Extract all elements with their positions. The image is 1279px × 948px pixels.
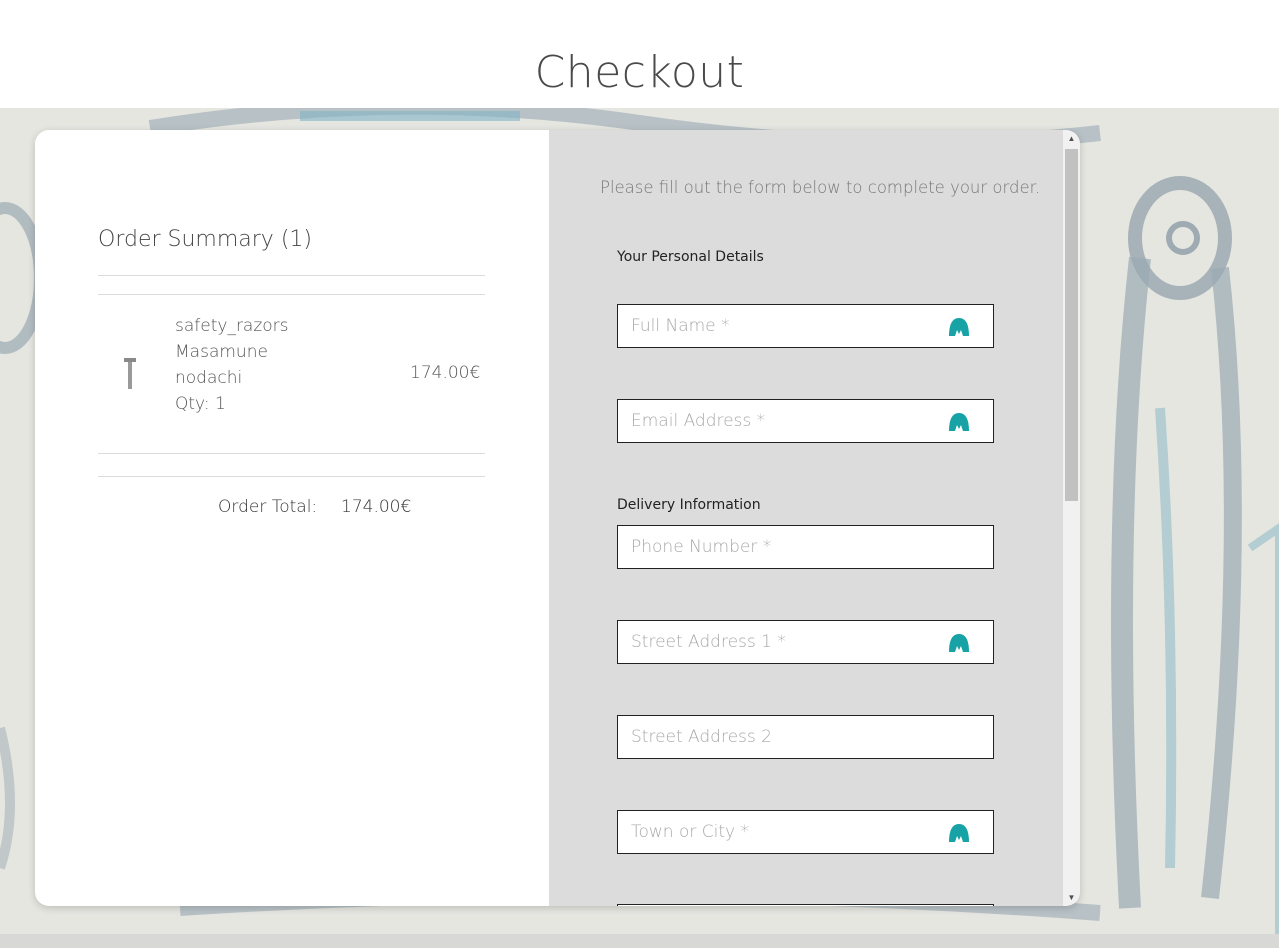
- order-total-label: Order Total:: [218, 497, 318, 517]
- phone-field: [617, 525, 994, 569]
- next-form-field-partial[interactable]: [617, 904, 994, 906]
- order-summary-panel: Order Summary (1) safety_razors Masamune…: [35, 130, 549, 906]
- divider: [98, 476, 485, 477]
- password-manager-icon[interactable]: [948, 411, 970, 433]
- checkout-card: Order Summary (1) safety_razors Masamune…: [35, 130, 1080, 906]
- street-address-1-input[interactable]: [618, 621, 993, 663]
- divider: [98, 275, 485, 276]
- divider: [98, 294, 485, 295]
- divider: [98, 453, 485, 454]
- street-address-1-field: [617, 620, 994, 664]
- footer-strip: [0, 934, 1279, 948]
- order-summary-title: Order Summary (1): [98, 227, 312, 252]
- password-manager-icon[interactable]: [948, 632, 970, 654]
- item-name-line1: Masamune: [175, 342, 268, 362]
- email-input[interactable]: [618, 400, 993, 442]
- form-scrollbar[interactable]: ▲ ▼: [1063, 130, 1080, 906]
- personal-details-label: Your Personal Details: [617, 249, 764, 265]
- phone-input[interactable]: [618, 526, 993, 568]
- password-manager-icon[interactable]: [948, 822, 970, 844]
- scrollbar-thumb[interactable]: [1065, 149, 1078, 501]
- street-address-2-field: [617, 715, 994, 759]
- form-intro: Please fill out the form below to comple…: [600, 178, 1041, 197]
- delivery-information-label: Delivery Information: [617, 497, 761, 513]
- password-manager-icon[interactable]: [948, 316, 970, 338]
- checkout-form-panel: Please fill out the form below to comple…: [549, 130, 1063, 906]
- town-city-input[interactable]: [618, 811, 993, 853]
- item-name-line2: nodachi: [175, 368, 243, 388]
- order-total-value: 174.00€: [341, 497, 412, 517]
- full-name-input[interactable]: [618, 305, 993, 347]
- scroll-up-arrow-icon[interactable]: ▲: [1063, 130, 1080, 147]
- page-title: Checkout: [534, 46, 745, 98]
- item-quantity: Qty: 1: [175, 394, 226, 414]
- email-field: [617, 399, 994, 443]
- street-address-2-input[interactable]: [618, 716, 993, 758]
- item-category: safety_razors: [175, 316, 289, 336]
- item-price: 174.00€: [410, 363, 481, 383]
- item-details: safety_razors Masamune nodachi Qty: 1: [175, 313, 289, 417]
- full-name-field: [617, 304, 994, 348]
- town-city-field: [617, 810, 994, 854]
- scroll-down-arrow-icon[interactable]: ▼: [1063, 889, 1080, 906]
- product-thumbnail: [124, 358, 136, 389]
- page-header: Checkout: [0, 0, 1279, 108]
